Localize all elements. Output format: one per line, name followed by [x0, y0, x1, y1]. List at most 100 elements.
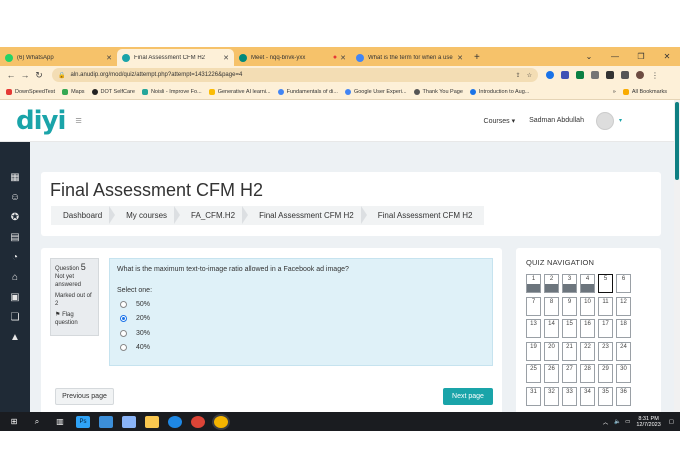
quiz-nav-question-button[interactable]: 15 [562, 319, 577, 338]
quiz-nav-question-button[interactable]: 6 [616, 274, 631, 293]
breadcrumb-item[interactable]: Final Assessment CFM H2 [366, 206, 485, 225]
reload-icon[interactable]: ↻ [32, 70, 46, 81]
quiz-nav-question-button[interactable]: 7 [526, 296, 541, 316]
caret-down-icon[interactable]: ▾ [619, 117, 622, 124]
url-input[interactable]: 🔒 aln.anudip.org/mod/quiz/attempt.php?at… [52, 68, 538, 82]
breadcrumb-item[interactable]: My courses [114, 206, 180, 225]
photoshop-icon[interactable]: Ps [76, 415, 90, 428]
puzzle-icon[interactable] [606, 71, 614, 79]
file-explorer-icon[interactable] [145, 415, 159, 428]
bookmark-item[interactable]: Introduction to Aug... [469, 88, 529, 95]
quiz-nav-question-button[interactable]: 25 [526, 364, 541, 383]
dashboard-icon[interactable]: ◔ [9, 252, 21, 264]
quiz-nav-question-button[interactable]: 17 [598, 319, 613, 338]
radio-button[interactable] [120, 300, 127, 308]
share-icon[interactable]: ⇪ [516, 72, 521, 79]
quiz-nav-question-button[interactable]: 16 [580, 319, 595, 338]
calendar-icon[interactable]: ▣ [9, 292, 21, 304]
bookmark-item[interactable]: DOT SelfCare [91, 88, 135, 95]
quiz-nav-question-button[interactable]: 5 [598, 274, 613, 293]
quiz-nav-question-button[interactable]: 12 [616, 296, 631, 316]
quiz-nav-question-button[interactable]: 32 [544, 386, 559, 406]
quiz-nav-question-button[interactable]: 19 [526, 341, 541, 361]
extension-icon[interactable] [561, 71, 569, 79]
task-view-icon[interactable]: ▥ [53, 416, 67, 428]
speaker-icon[interactable]: 🔈 [614, 419, 621, 425]
quiz-nav-question-button[interactable]: 3 [562, 274, 577, 293]
menu-icon[interactable]: ⋮ [651, 71, 659, 80]
clock[interactable]: 8:31 PM 12/7/2023 [636, 416, 660, 428]
quiz-nav-question-button[interactable]: 23 [598, 341, 613, 361]
profile-avatar[interactable] [636, 71, 644, 79]
breadcrumb-item[interactable]: Final Assessment CFM H2 [247, 206, 367, 225]
breadcrumb-item[interactable]: Dashboard [51, 206, 116, 225]
quiz-nav-question-button[interactable]: 36 [616, 386, 631, 406]
hamburger-menu-icon[interactable]: ≡ [75, 115, 81, 127]
extension-icon[interactable] [591, 71, 599, 79]
quiz-nav-question-button[interactable]: 22 [580, 341, 595, 361]
bookmark-item[interactable]: Maps [62, 88, 85, 95]
bookmark-item[interactable]: Generative AI learni... [208, 88, 271, 95]
tab-meet[interactable]: Meet - nqq-bnvk-yxx ● ✕ [234, 49, 351, 66]
quiz-nav-question-button[interactable]: 10 [580, 296, 595, 316]
answer-option[interactable]: 20% [120, 312, 485, 327]
sidepanel-icon[interactable] [621, 71, 629, 79]
scrollbar-thumb[interactable] [675, 102, 679, 180]
quiz-nav-question-button[interactable]: 13 [526, 319, 541, 338]
avatar[interactable] [595, 111, 614, 130]
chrome-icon[interactable] [191, 415, 205, 428]
back-icon[interactable]: ← [4, 70, 18, 80]
quiz-nav-question-button[interactable]: 28 [580, 364, 595, 383]
star-icon[interactable]: ☆ [527, 72, 532, 79]
tab-search-icon[interactable]: ⌄ [576, 52, 602, 61]
close-icon[interactable]: ✕ [340, 54, 346, 62]
close-icon[interactable]: ✕ [223, 54, 229, 62]
chevron-up-icon[interactable]: ︿ [603, 418, 609, 426]
notification-icon[interactable]: ▢ [669, 419, 674, 425]
quiz-nav-question-button[interactable]: 30 [616, 364, 631, 383]
breadcrumb-item[interactable]: FA_CFM.H2 [179, 206, 249, 225]
quiz-nav-question-button[interactable]: 2 [544, 274, 559, 293]
edge-icon[interactable] [168, 415, 182, 428]
radio-button[interactable] [120, 344, 127, 352]
quiz-nav-question-button[interactable]: 20 [544, 341, 559, 361]
quiz-nav-question-button[interactable]: 26 [544, 364, 559, 383]
new-tab-button[interactable]: + [468, 49, 486, 66]
tab-google-search[interactable]: What is the term for when a use ✕ [351, 49, 468, 66]
quiz-nav-question-button[interactable]: 29 [598, 364, 613, 383]
quiz-nav-question-button[interactable]: 33 [562, 386, 577, 406]
quiz-nav-question-button[interactable]: 31 [526, 386, 541, 406]
windows-start-icon[interactable]: ⊞ [7, 416, 21, 428]
user-name[interactable]: Sadman Abdullah [529, 117, 584, 124]
quiz-nav-question-button[interactable]: 27 [562, 364, 577, 383]
app-icon[interactable] [99, 415, 113, 428]
all-bookmarks-button[interactable]: All Bookmarks [622, 88, 667, 95]
bookmark-item[interactable]: Google User Experi... [344, 88, 407, 95]
tab-final-assessment[interactable]: Final Assessment CFM H2 ✕ [117, 49, 234, 66]
quiz-nav-question-button[interactable]: 4 [580, 274, 595, 293]
diyi-logo[interactable]: diyi [16, 106, 66, 136]
quiz-nav-question-button[interactable]: 1 [526, 274, 541, 293]
minimize-icon[interactable]: — [602, 52, 628, 61]
quiz-nav-question-button[interactable]: 35 [598, 386, 613, 406]
previous-page-button[interactable]: Previous page [55, 388, 114, 405]
quiz-nav-question-button[interactable]: 34 [580, 386, 595, 406]
quiz-nav-question-button[interactable]: 11 [598, 296, 613, 316]
close-window-icon[interactable]: ✕ [654, 52, 680, 61]
files-icon[interactable]: ❏ [9, 312, 21, 324]
extension-icon[interactable] [576, 71, 584, 79]
home-icon[interactable]: ⌂ [9, 272, 21, 284]
chrome-canary-icon[interactable] [214, 415, 228, 428]
grid-icon[interactable]: ▦ [9, 172, 21, 184]
quiz-nav-question-button[interactable]: 24 [616, 341, 631, 361]
award-icon[interactable]: ✪ [9, 212, 21, 224]
extension-icon[interactable] [546, 71, 554, 79]
radio-button[interactable] [120, 329, 127, 337]
answer-option[interactable]: 50% [120, 297, 485, 312]
bookmark-item[interactable]: Fundamentals of di... [277, 88, 338, 95]
radio-button[interactable] [120, 315, 127, 323]
graduation-cap-icon[interactable]: ▲ [9, 332, 21, 344]
tab-whatsapp[interactable]: (6) WhatsApp ✕ [0, 49, 117, 66]
answer-option[interactable]: 40% [120, 341, 485, 356]
book-icon[interactable]: ▤ [9, 232, 21, 244]
